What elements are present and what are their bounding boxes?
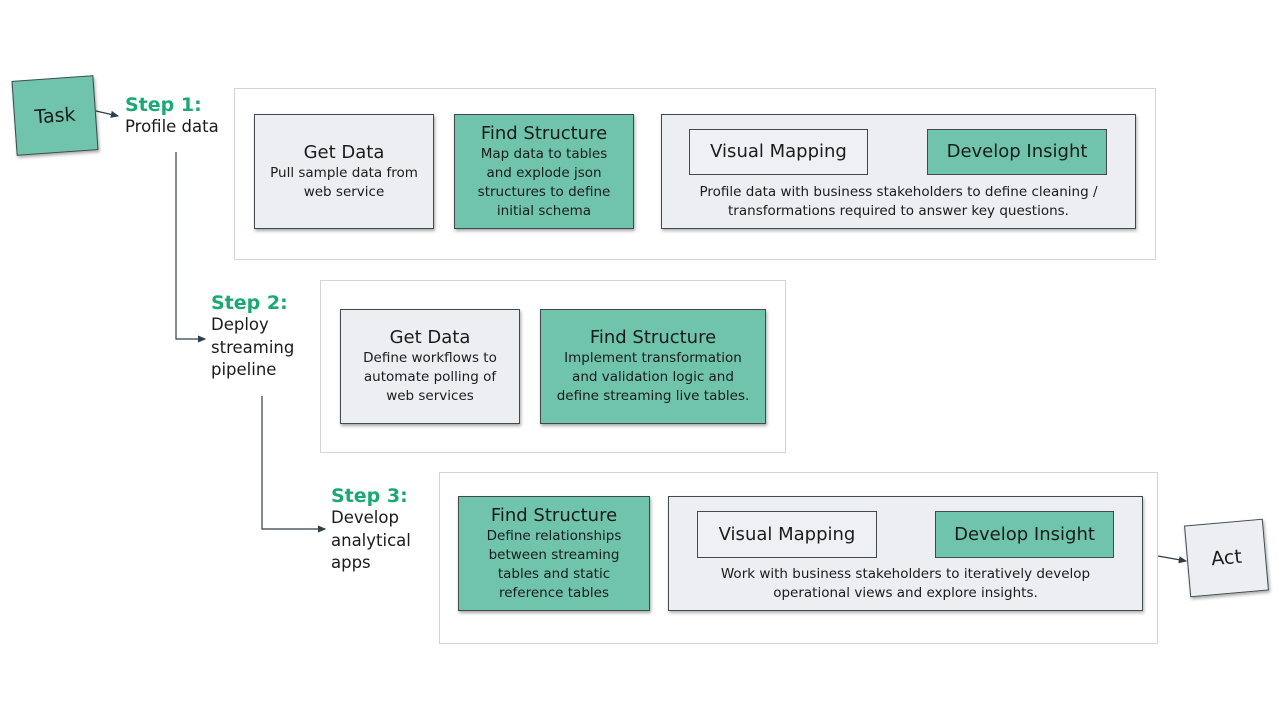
step2-subtitle-line: Deploy (211, 315, 269, 334)
step1-subtitle: Profile data (125, 117, 219, 136)
step3-subtitle-line: analytical (331, 530, 411, 550)
card-desc-line: web services (386, 388, 474, 404)
step1-heading: Step 1: (125, 94, 202, 116)
step1-label: Step 1: Profile data (125, 94, 219, 139)
card-desc-line: and validation logic and (572, 369, 734, 385)
arrow-step2-to-step3 (261, 396, 327, 533)
step3-find-structure-card: Find Structure Define relationships betw… (458, 496, 650, 611)
act-node: Act (1184, 518, 1269, 598)
arrow-task-to-step1 (95, 110, 120, 118)
arrow-to-act (1157, 555, 1188, 564)
card-desc-line: web service (303, 183, 385, 200)
card-desc-line: Define workflows to (363, 350, 497, 366)
card-title: Get Data (303, 141, 385, 163)
develop-insight-label: Develop Insight (946, 141, 1088, 162)
card-title: Get Data (389, 327, 471, 348)
step1-loop-caption: Profile data with business stakeholders … (661, 183, 1136, 221)
card-desc-line: define streaming live tables. (556, 388, 750, 404)
caption-line: Profile data with business stakeholders … (699, 184, 1098, 200)
visual-mapping-label: Visual Mapping (718, 523, 856, 545)
card-desc-line: automate polling of (363, 369, 497, 385)
step2-heading: Step 2: (211, 292, 288, 314)
step3-label: Step 3: Develop analytical apps (331, 485, 411, 575)
arrow-step1-to-step2 (175, 152, 207, 343)
step3-develop-insight-box: Develop Insight (935, 511, 1114, 558)
step2-get-data-card: Get Data Define workflows to automate po… (340, 309, 520, 424)
card-title: Find Structure (490, 504, 618, 526)
step3-subtitle-line: Develop (331, 508, 399, 527)
task-node: Task (11, 75, 99, 156)
step1-get-data-card: Get Data Pull sample data from web servi… (254, 114, 434, 229)
caption-line: transformations required to answer key q… (728, 203, 1069, 219)
step1-find-structure-card: Find Structure Map data to tables and ex… (454, 114, 634, 229)
step2-subtitle-line: streaming (211, 337, 295, 357)
card-desc-line: reference tables (499, 584, 609, 601)
step2-find-structure-card: Find Structure Implement transformation … (540, 309, 766, 424)
step1-develop-insight-box: Develop Insight (927, 129, 1107, 175)
step2-label: Step 2: Deploy streaming pipeline (211, 292, 294, 382)
card-title: Find Structure (480, 122, 608, 144)
card-desc-line: initial schema (496, 202, 592, 219)
act-label: Act (1210, 545, 1243, 571)
step3-subtitle-line: apps (331, 553, 371, 572)
step3-visual-mapping-box: Visual Mapping (697, 511, 877, 558)
card-desc-line: Pull sample data from (270, 164, 418, 181)
card-desc-line: structures to define (477, 183, 611, 200)
step1-visual-mapping-box: Visual Mapping (689, 129, 868, 175)
develop-insight-label: Develop Insight (954, 523, 1095, 545)
step3-loop-caption: Work with business stakeholders to itera… (668, 565, 1143, 603)
step2-subtitle-line: pipeline (211, 360, 277, 379)
task-label: Task (33, 103, 77, 128)
card-desc-line: Define relationships (486, 527, 622, 544)
visual-mapping-label: Visual Mapping (710, 141, 847, 162)
caption-line: operational views and explore insights. (773, 585, 1038, 601)
card-desc-line: tables and static (497, 565, 611, 582)
card-title: Find Structure (589, 327, 717, 348)
card-desc-line: and explode json (486, 164, 602, 181)
caption-line: Work with business stakeholders to itera… (720, 566, 1091, 582)
step3-heading: Step 3: (331, 485, 408, 507)
card-desc-line: between streaming (488, 546, 620, 563)
card-desc-line: Map data to tables (480, 145, 608, 162)
card-desc-line: Implement transformation (564, 350, 742, 366)
